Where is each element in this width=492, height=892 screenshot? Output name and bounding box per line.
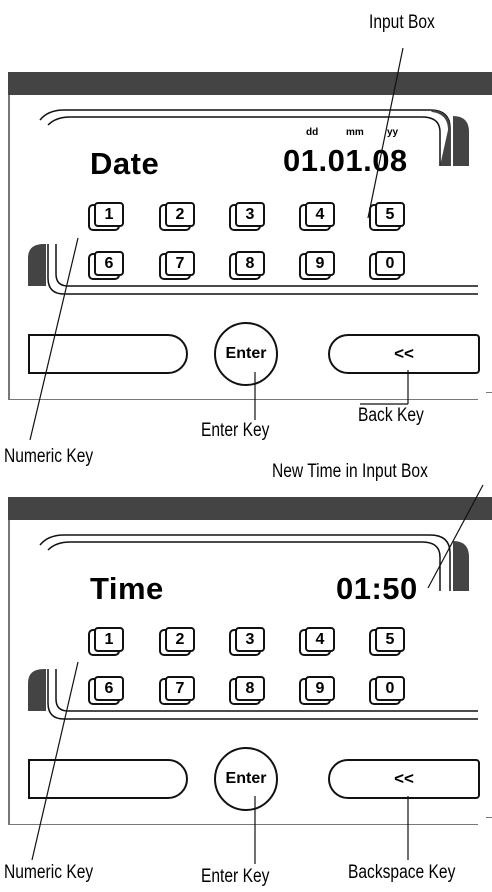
callout-enter-key: Enter Key (201, 866, 270, 887)
callout-numeric-key: Numeric Key (4, 446, 94, 467)
callout-numeric-key: Numeric Key (4, 862, 94, 883)
callout-enter-key: Enter Key (201, 420, 270, 441)
callout-new-time: New Time in Input Box (272, 461, 428, 482)
callout-input-box: Input Box (369, 12, 435, 33)
callout-back-key: Back Key (358, 405, 424, 426)
callout-backspace-key: Backspace Key (348, 862, 456, 883)
